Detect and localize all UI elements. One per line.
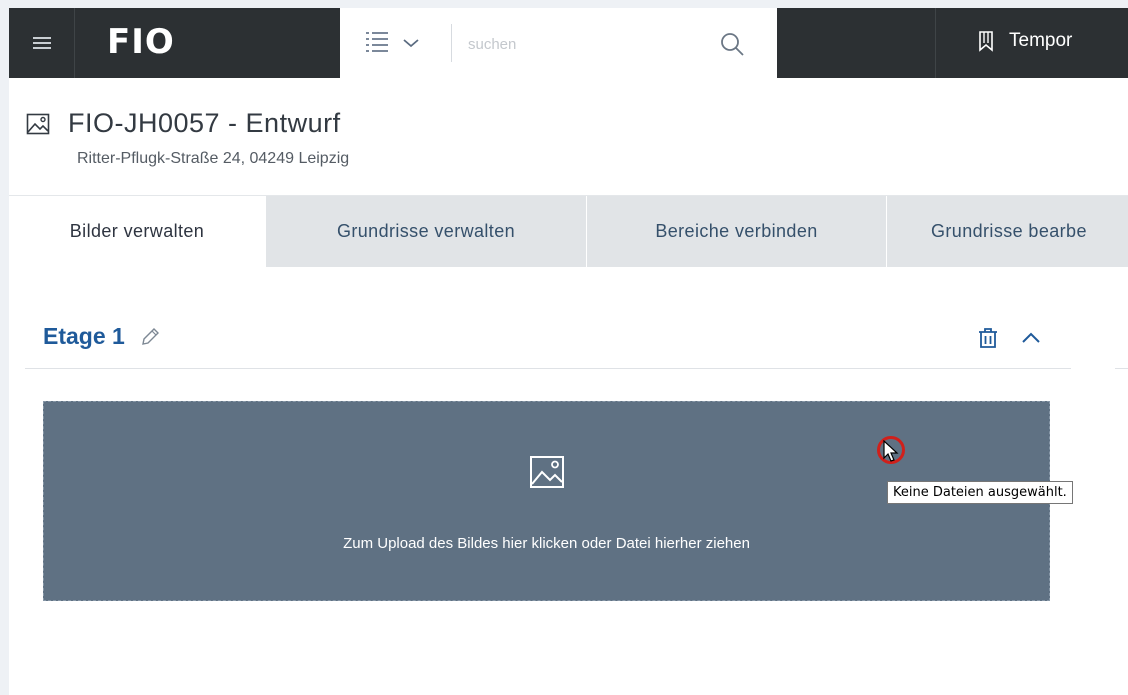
tab-grundrisse-bearbeiten[interactable]: Grundrisse bearbe	[887, 196, 1128, 267]
pencil-icon	[139, 326, 161, 348]
trash-icon	[977, 326, 999, 350]
image-icon	[26, 113, 50, 135]
tab-bilder-verwalten[interactable]: Bilder verwalten	[9, 196, 266, 267]
tab-bereiche-verbinden[interactable]: Bereiche verbinden	[587, 196, 887, 267]
page-title-row: FIO-JH0057 - Entwurf	[26, 108, 341, 139]
topbar-separator	[935, 8, 936, 78]
bookmark-label: Tempor	[1009, 30, 1073, 51]
floor-divider-right	[1115, 368, 1128, 369]
floor-title: Etage 1	[43, 323, 125, 349]
hamburger-menu-button[interactable]	[9, 8, 75, 78]
search-bar	[340, 8, 777, 78]
bookmark-button[interactable]: Tempor	[977, 30, 1072, 52]
tooltip: Keine Dateien ausgewählt.	[887, 481, 1073, 504]
list-icon	[364, 29, 390, 58]
app-logo[interactable]: FIO	[107, 22, 175, 62]
search-button[interactable]	[718, 30, 748, 60]
floor-header: Etage 1	[43, 323, 161, 350]
tab-bar: Bilder verwalten Grundrisse verwalten Be…	[9, 196, 1128, 267]
tab-grundrisse-verwalten[interactable]: Grundrisse verwalten	[266, 196, 587, 267]
search-type-dropdown[interactable]	[364, 26, 420, 60]
chevron-up-icon	[1020, 327, 1042, 349]
edit-floor-button[interactable]	[139, 326, 161, 348]
page-title: FIO-JH0057 - Entwurf	[68, 108, 341, 138]
search-divider	[451, 24, 452, 62]
bookmark-icon	[977, 30, 995, 52]
hamburger-menu-icon	[32, 34, 51, 52]
delete-floor-button[interactable]	[977, 326, 999, 350]
app-window: FIO suchen Tempor FIO-JH0057 - Entwurf R…	[9, 8, 1128, 695]
page-address: Ritter-Pflugk-Straße 24, 04249 Leipzig	[77, 150, 350, 167]
upload-instructions: Zum Upload des Bildes hier klicken oder …	[343, 535, 750, 552]
top-navigation-bar: FIO suchen Tempor	[9, 8, 1128, 78]
image-icon	[529, 455, 565, 494]
floor-actions	[977, 326, 1042, 350]
collapse-floor-button[interactable]	[1020, 327, 1042, 349]
search-icon	[718, 33, 746, 62]
search-input[interactable]	[466, 28, 710, 60]
mouse-cursor-icon	[883, 439, 899, 467]
chevron-down-icon	[402, 37, 420, 49]
floor-divider	[25, 368, 1071, 369]
